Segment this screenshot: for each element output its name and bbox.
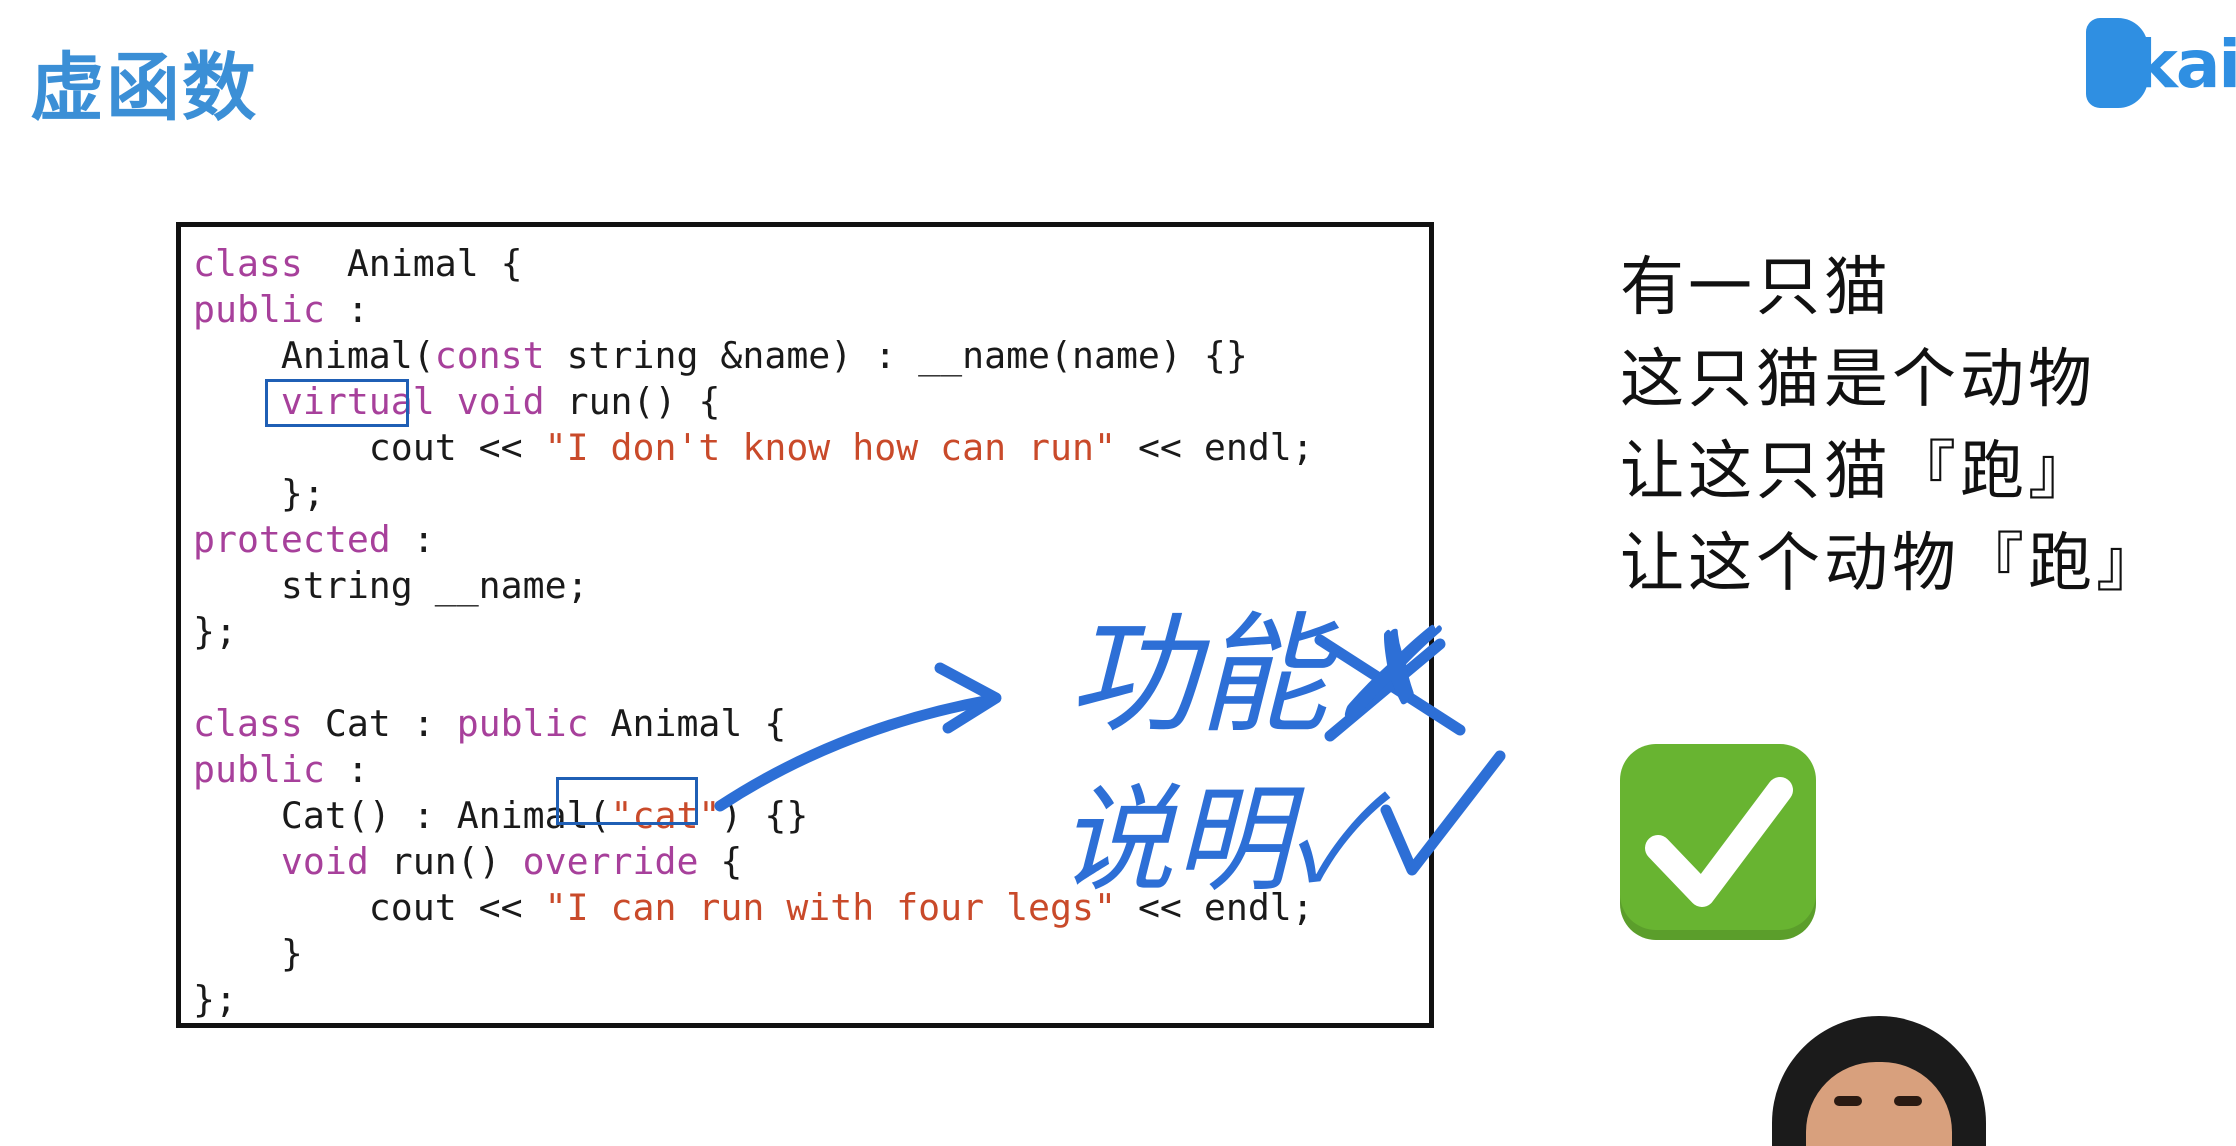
presenter-face [1806,1062,1952,1146]
arrow-icon [714,694,996,812]
tick-mark [1380,750,1506,876]
handwriting-line2: 说明✓ [1058,773,1391,908]
handwriting-line1: 功能✗ [1068,599,1443,751]
handwriting-annotations: 功能✗ 说明✓ [714,599,1506,908]
arrow-head [934,662,1002,734]
